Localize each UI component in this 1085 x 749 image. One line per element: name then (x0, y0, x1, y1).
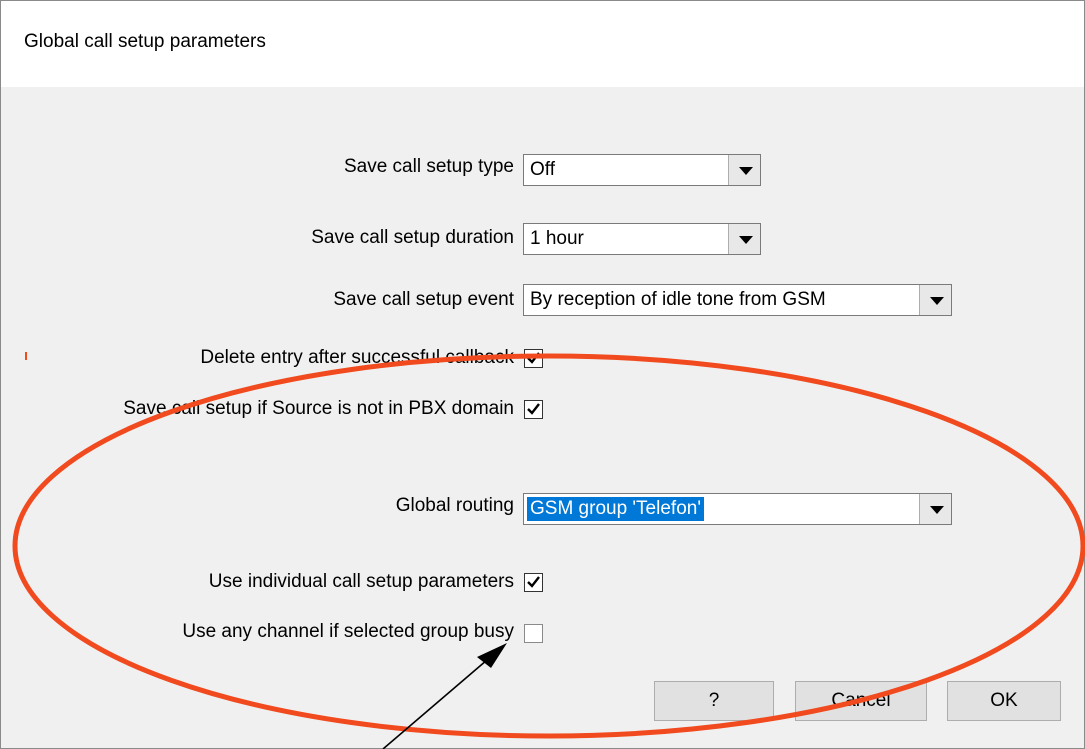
global-routing-select[interactable]: GSM group 'Telefon' (523, 493, 952, 525)
global-routing-value: GSM group 'Telefon' (526, 496, 705, 522)
any-channel-label: Use any channel if selected group busy (182, 621, 514, 642)
save-not-pbx-checkbox[interactable] (524, 400, 543, 419)
dropdown-arrow-icon (930, 297, 944, 305)
individual-params-label: Use individual call setup parameters (208, 571, 514, 592)
call-setup-type-label: Save call setup type (343, 156, 514, 177)
call-setup-type-select[interactable]: Off (523, 154, 761, 186)
call-setup-type-dropdown-button[interactable] (728, 155, 760, 185)
any-channel-checkbox[interactable] (524, 624, 543, 643)
checkmark-icon (527, 576, 540, 588)
call-setup-type-value: Off (530, 159, 555, 180)
cancel-button[interactable]: Cancel (795, 681, 927, 721)
call-setup-event-value: By reception of idle tone from GSM (530, 289, 826, 310)
call-setup-duration-select[interactable]: 1 hour (523, 223, 761, 255)
checkmark-icon (527, 352, 540, 364)
dialog-window: Global call setup parameters Save call s… (0, 0, 1085, 749)
call-setup-duration-label: Save call setup duration (311, 227, 514, 248)
ok-button[interactable]: OK (947, 681, 1061, 721)
dropdown-arrow-icon (739, 167, 753, 175)
dropdown-arrow-icon (930, 506, 944, 514)
call-setup-duration-value: 1 hour (530, 228, 584, 249)
call-setup-event-label: Save call setup event (333, 289, 514, 310)
title-bar[interactable]: Global call setup parameters (1, 1, 1084, 87)
checkmark-icon (527, 403, 540, 415)
help-button[interactable]: ? (654, 681, 774, 721)
dropdown-arrow-icon (739, 236, 753, 244)
call-setup-duration-dropdown-button[interactable] (728, 224, 760, 254)
individual-params-checkbox[interactable] (524, 573, 543, 592)
global-routing-dropdown-button[interactable] (919, 494, 951, 524)
call-setup-event-dropdown-button[interactable] (919, 285, 951, 315)
delete-entry-checkbox[interactable] (524, 349, 543, 368)
dialog-title: Global call setup parameters (24, 31, 266, 52)
save-not-pbx-label: Save call setup if Source is not in PBX … (123, 398, 514, 419)
call-setup-event-select[interactable]: By reception of idle tone from GSM (523, 284, 952, 316)
delete-entry-label: Delete entry after successful callback (200, 347, 514, 368)
global-routing-label: Global routing (395, 495, 514, 516)
